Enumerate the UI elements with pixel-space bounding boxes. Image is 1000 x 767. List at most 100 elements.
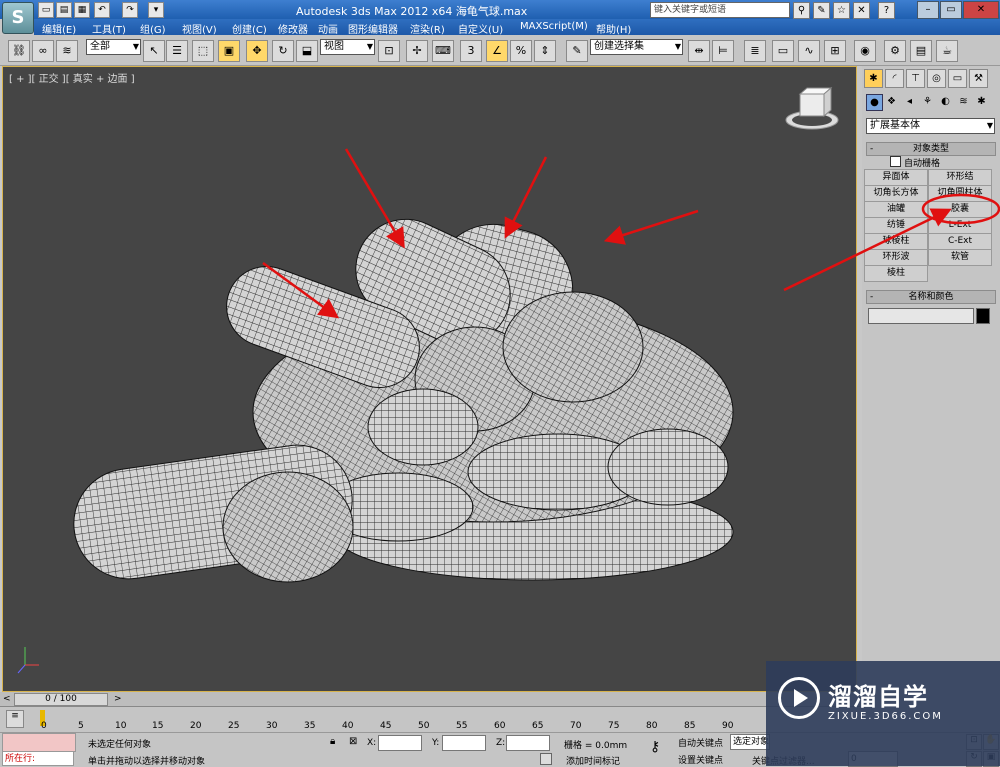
helpers-icon[interactable]: ◐ xyxy=(938,94,953,109)
object-type-rollout-header[interactable]: - 对象类型 xyxy=(866,142,996,156)
app-logo-icon[interactable]: S xyxy=(2,2,34,34)
y-coord-input[interactable] xyxy=(442,735,486,751)
manipulate-icon[interactable]: ✢ xyxy=(406,40,428,62)
add-time-tag[interactable]: 添加时间标记 xyxy=(566,754,620,767)
btn-torus-knot[interactable]: 环形结 xyxy=(928,169,992,186)
motion-tab-icon[interactable]: ◎ xyxy=(927,69,946,88)
select-scale-icon[interactable]: ⬓ xyxy=(296,40,318,62)
menu-maxscript[interactable]: MAXScript(M) xyxy=(520,21,588,32)
utilities-tab-icon[interactable]: ⚒ xyxy=(969,69,988,88)
schematic-view-icon[interactable]: ⊞ xyxy=(824,40,846,62)
display-tab-icon[interactable]: ▭ xyxy=(948,69,967,88)
quick-access-dropdown-icon[interactable]: ▾ xyxy=(148,2,164,18)
time-tag-icon[interactable] xyxy=(540,753,552,765)
close-button[interactable]: ✕ xyxy=(963,1,999,19)
hierarchy-tab-icon[interactable]: ⊤ xyxy=(906,69,925,88)
close-x-icon[interactable]: ✕ xyxy=(853,2,870,19)
select-move-icon[interactable]: ✥ xyxy=(246,40,268,62)
btn-hedra[interactable]: 异面体 xyxy=(864,169,928,186)
perspective-viewport[interactable]: [ + ][ 正交 ][ 真实 + 边面 ] xyxy=(2,66,857,692)
btn-prism[interactable]: 棱柱 xyxy=(864,265,928,282)
keyboard-shortcut-icon[interactable]: ⌨ xyxy=(432,40,454,62)
menu-modifiers[interactable]: 修改器 xyxy=(278,21,308,36)
absolute-mode-icon[interactable]: ⊠ xyxy=(349,736,357,747)
new-file-icon[interactable]: ▭ xyxy=(38,2,54,18)
menu-customize[interactable]: 自定义(U) xyxy=(458,21,503,36)
angle-snap-icon[interactable]: ∠ xyxy=(486,40,508,62)
space-warps-icon[interactable]: ≋ xyxy=(956,94,971,109)
btn-capsule[interactable]: 胶囊 xyxy=(928,201,992,218)
btn-chamfer-box[interactable]: 切角长方体 xyxy=(864,185,928,202)
menu-create[interactable]: 创建(C) xyxy=(232,21,267,36)
redo-icon[interactable]: ↷ xyxy=(122,2,138,18)
link-icon[interactable]: ⛓ xyxy=(8,40,30,62)
help-icon[interactable]: ? xyxy=(878,2,895,19)
set-key-button[interactable]: 设置关键点 xyxy=(678,753,723,766)
curve-editor-icon[interactable]: ∿ xyxy=(798,40,820,62)
search-input[interactable]: 键入关键字或短语 xyxy=(650,2,790,18)
menu-edit[interactable]: 编辑(E) xyxy=(42,21,76,36)
render-setup-icon[interactable]: ⚙ xyxy=(884,40,906,62)
x-coord-input[interactable] xyxy=(378,735,422,751)
object-name-input[interactable] xyxy=(868,308,974,324)
minimize-button[interactable]: – xyxy=(917,1,939,19)
frame-counter[interactable]: 0 / 100 xyxy=(14,693,108,706)
layer-manager-icon[interactable]: ≣ xyxy=(744,40,766,62)
unlink-icon[interactable]: ∞ xyxy=(32,40,54,62)
script-line[interactable]: 所在行: xyxy=(2,751,74,766)
mirror-icon[interactable]: ⇹ xyxy=(688,40,710,62)
tools-icon[interactable]: ✎ xyxy=(813,2,830,19)
spinner-snap-icon[interactable]: ⇕ xyxy=(534,40,556,62)
time-slider[interactable]: < 0 / 100 > xyxy=(0,692,860,706)
undo-icon[interactable]: ↶ xyxy=(94,2,110,18)
open-file-icon[interactable]: ▤ xyxy=(56,2,72,18)
align-icon[interactable]: ⊨ xyxy=(712,40,734,62)
next-frame-icon[interactable]: > xyxy=(114,694,122,704)
btn-c-ext[interactable]: C-Ext xyxy=(928,233,992,250)
btn-gengon[interactable]: 球棱柱 xyxy=(864,233,928,250)
window-crossing-icon[interactable]: ▣ xyxy=(218,40,240,62)
snap-toggle-icon[interactable]: 3 xyxy=(460,40,482,62)
rect-selection-icon[interactable]: ⬚ xyxy=(192,40,214,62)
category-dropdown[interactable]: 扩展基本体 ▼ xyxy=(866,118,995,134)
ribbon-icon[interactable]: ▭ xyxy=(772,40,794,62)
menu-animation[interactable]: 动画 xyxy=(318,21,338,36)
material-editor-icon[interactable]: ◉ xyxy=(854,40,876,62)
maxscript-listener[interactable] xyxy=(2,733,76,752)
track-bar[interactable]: ≡ 0 5 10 15 20 25 30 35 40 45 50 55 60 6… xyxy=(0,706,860,733)
btn-l-ext[interactable]: L-Ext xyxy=(928,217,992,234)
cameras-icon[interactable]: ⚘ xyxy=(920,94,935,109)
z-coord-input[interactable] xyxy=(506,735,550,751)
name-color-rollout-header[interactable]: - 名称和颜色 xyxy=(866,290,996,304)
render-teapot-icon[interactable]: ☕ xyxy=(936,40,958,62)
menu-help[interactable]: 帮助(H) xyxy=(596,21,631,36)
menu-group[interactable]: 组(G) xyxy=(140,21,166,36)
selection-filter-dropdown[interactable]: 全部 ▼ xyxy=(86,39,141,55)
mini-curve-icon[interactable]: ≡ xyxy=(6,710,24,728)
select-by-name-icon[interactable]: ☰ xyxy=(166,40,188,62)
edit-named-selection-icon[interactable]: ✎ xyxy=(566,40,588,62)
menu-graph-editors[interactable]: 图形编辑器 xyxy=(348,21,398,36)
maximize-button[interactable]: ▭ xyxy=(940,1,962,19)
lock-icon[interactable]: 🔒︎ xyxy=(330,736,335,747)
btn-hose[interactable]: 软管 xyxy=(928,249,992,266)
menu-tools[interactable]: 工具(T) xyxy=(92,21,126,36)
autogrid-checkbox[interactable] xyxy=(890,156,901,167)
ref-coord-dropdown[interactable]: 视图 ▼ xyxy=(320,39,375,55)
geometry-icon[interactable]: ● xyxy=(866,94,883,111)
shapes-icon[interactable]: ❖ xyxy=(884,94,899,109)
btn-oiltank[interactable]: 油罐 xyxy=(864,201,928,218)
key-mode-dropdown[interactable]: 选定对象 xyxy=(730,734,770,750)
btn-chamfer-cyl[interactable]: 切角圆柱体 xyxy=(928,185,992,202)
select-object-icon[interactable]: ↖ xyxy=(143,40,165,62)
modify-tab-icon[interactable]: ◜ xyxy=(885,69,904,88)
star-icon[interactable]: ☆ xyxy=(833,2,850,19)
rendered-frame-icon[interactable]: ▤ xyxy=(910,40,932,62)
menu-view[interactable]: 视图(V) xyxy=(182,21,217,36)
btn-ringwave[interactable]: 环形波 xyxy=(864,249,928,266)
select-rotate-icon[interactable]: ↻ xyxy=(272,40,294,62)
lights-icon[interactable]: ◂ xyxy=(902,94,917,109)
btn-spindle[interactable]: 纺锤 xyxy=(864,217,928,234)
percent-snap-icon[interactable]: % xyxy=(510,40,532,62)
systems-icon[interactable]: ✱ xyxy=(974,94,989,109)
